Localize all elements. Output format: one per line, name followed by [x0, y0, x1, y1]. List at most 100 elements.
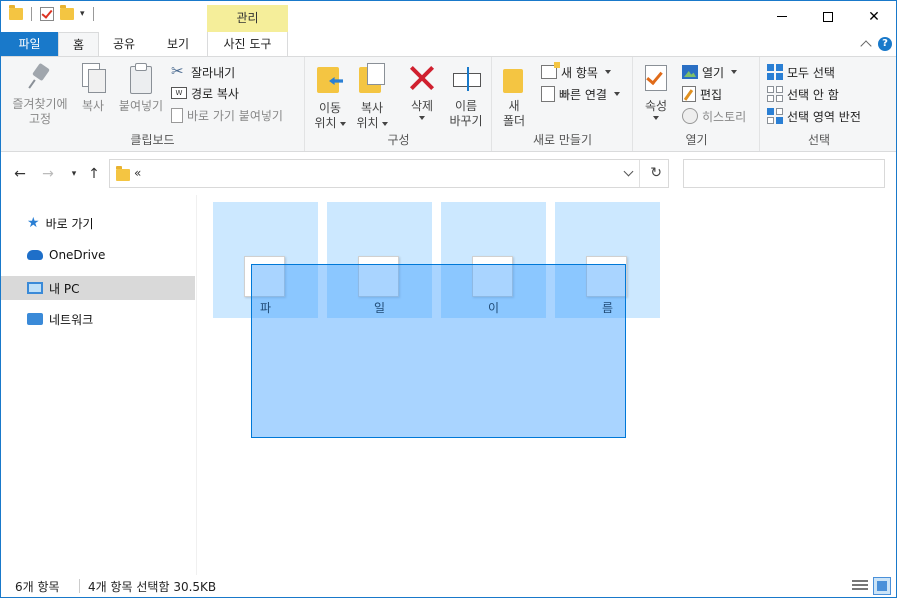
close-button[interactable]: ✕: [851, 1, 896, 32]
history-button[interactable]: 히스토리: [682, 106, 746, 126]
status-bar: 6개 항목 4개 항목 선택함 30.5KB: [1, 575, 896, 597]
open-button[interactable]: 열기: [682, 62, 738, 82]
easy-access-icon: [541, 86, 555, 102]
contextual-tab-manage: 관리: [207, 5, 288, 32]
copy-to-icon: [357, 63, 387, 95]
network-icon: [27, 313, 43, 325]
group-clipboard: 즐겨찾기에 고정 복사 붙여넣기 잘라내기 W 경로 복사 바로 가기 붙여: [1, 57, 305, 151]
paste-shortcut-icon: [171, 107, 183, 123]
address-path[interactable]: «: [134, 166, 141, 180]
cut-button[interactable]: 잘라내기: [171, 62, 235, 82]
address-bar[interactable]: « ↻: [109, 159, 669, 188]
copy-to-button[interactable]: 복사 위치: [352, 63, 392, 131]
details-view-icon[interactable]: [852, 578, 868, 594]
computer-icon: [27, 282, 43, 294]
properties-button[interactable]: 속성: [640, 63, 672, 120]
copy-button[interactable]: 복사: [75, 63, 111, 114]
help-icon[interactable]: ?: [878, 37, 892, 51]
group-organize: 이동 위치 복사 위치 삭제 이름 바꾸기 구성: [306, 57, 492, 151]
paste-button[interactable]: 붙여넣기: [115, 63, 167, 114]
back-button[interactable]: ←: [11, 165, 29, 183]
copy-label: 복사: [81, 99, 105, 113]
pin-label-2: 고정: [28, 112, 52, 126]
tab-file[interactable]: 파일: [1, 32, 58, 56]
open-dropdown-icon: [731, 70, 738, 74]
new-folder-icon[interactable]: [60, 5, 74, 20]
navigation-pane: ★ 바로 가기 OneDrive 내 PC 네트워크: [1, 195, 197, 575]
group-select: 모두 선택 선택 안 함 선택 영역 반전 선택: [761, 57, 877, 151]
maximize-icon: [823, 11, 833, 22]
qat-customize-button[interactable]: ▾: [80, 9, 85, 19]
sidebar-item-label: 내 PC: [49, 281, 80, 296]
copy-to-label-1: 복사: [360, 101, 384, 115]
file-explorer-window: ▾ 관리 ✕ 파일 홈 공유 보기 사진 도구 ? 즐겨찾기에 고정 복사 붙여…: [0, 0, 897, 598]
large-icons-view-icon[interactable]: [873, 577, 891, 595]
sidebar-item-quick-access[interactable]: ★ 바로 가기: [1, 211, 195, 235]
tab-home[interactable]: 홈: [58, 32, 99, 56]
paste-shortcut-button[interactable]: 바로 가기 붙여넣기: [171, 105, 283, 125]
open-label: 열기: [702, 65, 725, 80]
easy-access-button[interactable]: 빠른 연결: [541, 84, 620, 104]
folder-icon: [9, 5, 23, 20]
up-arrow-icon: ↑: [88, 166, 100, 182]
group-new: 새 폴더 새 항목 빠른 연결 새로 만들기: [493, 57, 633, 151]
up-button[interactable]: ↑: [85, 165, 103, 183]
pin-to-quick-access-button[interactable]: 즐겨찾기에 고정: [7, 63, 73, 127]
new-item-dropdown-icon: [604, 70, 611, 74]
rename-button[interactable]: 이름 바꾸기: [444, 63, 488, 129]
delete-dropdown-icon: [419, 116, 425, 120]
qat-separator: [31, 7, 32, 21]
move-to-icon: [315, 63, 345, 95]
forward-button[interactable]: →: [39, 165, 57, 183]
edit-label: 편집: [700, 87, 723, 102]
select-all-icon: [767, 64, 783, 80]
quick-access-toolbar: ▾: [9, 5, 96, 21]
pin-icon: [27, 63, 53, 91]
tab-view[interactable]: 보기: [151, 32, 205, 56]
address-folder-icon: [116, 166, 130, 181]
sidebar-item-this-pc[interactable]: 내 PC: [1, 276, 195, 300]
chevron-down-icon: ▾: [71, 169, 77, 179]
file-list[interactable]: 파 일 이 름: [198, 195, 896, 575]
open-icon: [682, 65, 698, 79]
minimize-button[interactable]: [759, 1, 805, 32]
sidebar-item-network[interactable]: 네트워크: [1, 307, 195, 331]
pin-label-1: 즐겨찾기에: [12, 97, 68, 111]
maximize-button[interactable]: [805, 1, 851, 32]
select-all-label: 모두 선택: [787, 65, 835, 80]
recent-locations-button[interactable]: ▾: [65, 165, 83, 183]
group-label-open: 열기: [685, 133, 708, 147]
tab-photo-tools[interactable]: 사진 도구: [207, 32, 288, 56]
new-item-icon: [541, 62, 560, 79]
sidebar-item-label: 네트워크: [49, 312, 94, 327]
invert-selection-button[interactable]: 선택 영역 반전: [767, 106, 861, 126]
move-to-button[interactable]: 이동 위치: [310, 63, 350, 131]
sidebar-item-label: OneDrive: [49, 248, 106, 262]
new-item-button[interactable]: 새 항목: [541, 62, 611, 82]
delete-button[interactable]: 삭제: [402, 63, 442, 120]
history-icon: [682, 108, 698, 124]
back-arrow-icon: ←: [14, 166, 26, 182]
delete-icon: [408, 63, 436, 93]
group-label-clipboard: 클립보드: [130, 133, 175, 147]
tab-share[interactable]: 공유: [101, 32, 147, 56]
refresh-icon[interactable]: ↻: [650, 165, 662, 181]
select-none-button[interactable]: 선택 안 함: [767, 84, 839, 104]
select-none-icon: [767, 86, 783, 102]
select-all-button[interactable]: 모두 선택: [767, 62, 835, 82]
properties-icon[interactable]: [40, 7, 54, 21]
new-folder-button[interactable]: 새 폴더: [499, 63, 529, 129]
edit-button[interactable]: 편집: [682, 84, 722, 104]
ribbon-tabs: 파일 홈 공유 보기 사진 도구: [1, 32, 896, 56]
move-to-dropdown-icon: [339, 121, 346, 126]
minimize-icon: [777, 16, 787, 17]
status-separator: [79, 579, 80, 593]
collapse-ribbon-icon[interactable]: [860, 40, 872, 52]
new-folder-label-2: 폴더: [502, 114, 526, 128]
copy-path-button[interactable]: W 경로 복사: [171, 83, 239, 103]
search-input[interactable]: [683, 159, 885, 188]
sidebar-item-onedrive[interactable]: OneDrive: [1, 243, 195, 267]
new-folder-large-icon: [503, 63, 525, 93]
address-dropdown-icon[interactable]: [624, 168, 634, 178]
copy-path-icon: W: [171, 87, 187, 99]
